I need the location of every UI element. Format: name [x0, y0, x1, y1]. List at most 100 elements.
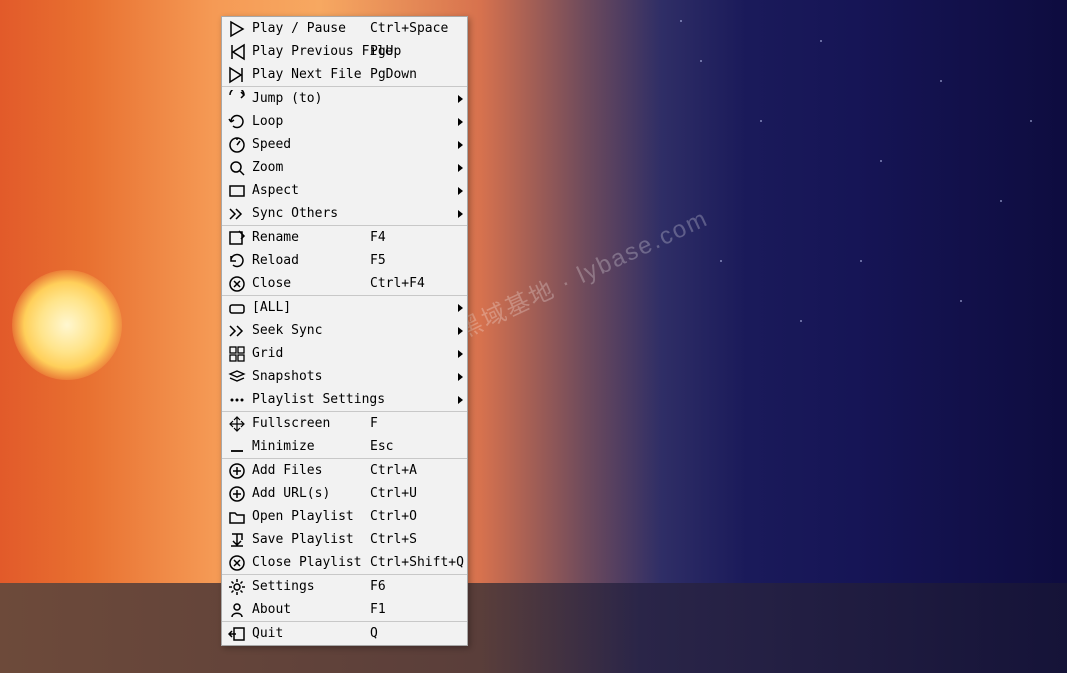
quit-icon — [226, 623, 248, 645]
menu-item-minimize[interactable]: MinimizeEsc — [222, 435, 467, 458]
menu-item-shortcut: PgUp — [370, 44, 461, 59]
play-icon — [226, 18, 248, 40]
grid-icon — [226, 343, 248, 365]
menu-item-shortcut: Ctrl+U — [370, 486, 461, 501]
menu-item-label: Sync Others — [248, 206, 370, 221]
menu-item-label: Seek Sync — [248, 323, 370, 338]
menu-item-label: Settings — [248, 579, 370, 594]
add-files-icon — [226, 460, 248, 482]
menu-item-zoom[interactable]: Zoom — [222, 156, 467, 179]
menu-item-label: Close Playlist — [248, 555, 370, 570]
menu-item-label: Snapshots — [248, 369, 370, 384]
submenu-arrow-icon — [458, 164, 463, 172]
submenu-arrow-icon — [458, 187, 463, 195]
fullscreen-icon — [226, 413, 248, 435]
menu-item-loop[interactable]: Loop — [222, 110, 467, 133]
menu-item-fullscreen[interactable]: FullscreenF — [222, 412, 467, 435]
submenu-arrow-icon — [458, 304, 463, 312]
seek-sync-icon — [226, 320, 248, 342]
menu-item-play-pause[interactable]: Play / PauseCtrl+Space — [222, 17, 467, 40]
settings-icon — [226, 576, 248, 598]
menu-item-label: Open Playlist — [248, 509, 370, 524]
background-image: 记得收藏: 黑域基地 · lybase.com — [0, 0, 1067, 673]
menu-item-add-files[interactable]: Add FilesCtrl+A — [222, 459, 467, 482]
stars-graphic — [0, 0, 1067, 673]
menu-item-jump-to[interactable]: Jump (to) — [222, 87, 467, 110]
submenu-arrow-icon — [458, 327, 463, 335]
menu-item-close-playlist[interactable]: Close PlaylistCtrl+Shift+Q — [222, 551, 467, 574]
rename-icon — [226, 227, 248, 249]
open-playlist-icon — [226, 506, 248, 528]
menu-item-all[interactable]: [ALL] — [222, 296, 467, 319]
menu-item-shortcut: F1 — [370, 602, 461, 617]
menu-item-shortcut: Ctrl+Space — [370, 21, 461, 36]
submenu-arrow-icon — [458, 95, 463, 103]
menu-item-add-url-s[interactable]: Add URL(s)Ctrl+U — [222, 482, 467, 505]
menu-item-playlist-settings[interactable]: Playlist Settings — [222, 388, 467, 411]
menu-item-shortcut: Ctrl+Shift+Q — [370, 555, 464, 570]
menu-item-label: Playlist Settings — [248, 392, 370, 407]
menu-item-aspect[interactable]: Aspect — [222, 179, 467, 202]
menu-item-label: Loop — [248, 114, 370, 129]
menu-item-shortcut: Ctrl+A — [370, 463, 461, 478]
menu-item-label: Rename — [248, 230, 370, 245]
menu-item-label: Play Previous File — [248, 44, 370, 59]
menu-item-rename[interactable]: RenameF4 — [222, 226, 467, 249]
submenu-arrow-icon — [458, 141, 463, 149]
reload-icon — [226, 250, 248, 272]
menu-item-label: Zoom — [248, 160, 370, 175]
menu-item-label: Minimize — [248, 439, 370, 454]
menu-item-settings[interactable]: SettingsF6 — [222, 575, 467, 598]
menu-item-label: Grid — [248, 346, 370, 361]
menu-item-grid[interactable]: Grid — [222, 342, 467, 365]
menu-item-label: Aspect — [248, 183, 370, 198]
menu-item-speed[interactable]: Speed — [222, 133, 467, 156]
submenu-arrow-icon — [458, 210, 463, 218]
menu-item-shortcut: PgDown — [370, 67, 461, 82]
menu-item-label: Save Playlist — [248, 532, 370, 547]
submenu-arrow-icon — [458, 396, 463, 404]
menu-item-label: Add URL(s) — [248, 486, 370, 501]
submenu-arrow-icon — [458, 373, 463, 381]
menu-item-play-next-file[interactable]: Play Next FilePgDown — [222, 63, 467, 86]
speed-icon — [226, 134, 248, 156]
all-icon — [226, 297, 248, 319]
aspect-icon — [226, 180, 248, 202]
menu-item-shortcut: F5 — [370, 253, 461, 268]
context-menu[interactable]: Play / PauseCtrl+SpacePlay Previous File… — [221, 16, 468, 646]
menu-item-label: Play Next File — [248, 67, 370, 82]
save-playlist-icon — [226, 529, 248, 551]
menu-item-seek-sync[interactable]: Seek Sync — [222, 319, 467, 342]
add-url-icon — [226, 483, 248, 505]
menu-item-label: Add Files — [248, 463, 370, 478]
jump-icon — [226, 88, 248, 110]
submenu-arrow-icon — [458, 350, 463, 358]
menu-item-shortcut: Ctrl+O — [370, 509, 461, 524]
menu-item-reload[interactable]: ReloadF5 — [222, 249, 467, 272]
loop-icon — [226, 111, 248, 133]
menu-item-label: Jump (to) — [248, 91, 370, 106]
sync-icon — [226, 203, 248, 225]
menu-item-shortcut: Esc — [370, 439, 461, 454]
submenu-arrow-icon — [458, 118, 463, 126]
menu-item-close[interactable]: CloseCtrl+F4 — [222, 272, 467, 295]
menu-item-play-previous-file[interactable]: Play Previous FilePgUp — [222, 40, 467, 63]
menu-item-about[interactable]: AboutF1 — [222, 598, 467, 621]
menu-item-save-playlist[interactable]: Save PlaylistCtrl+S — [222, 528, 467, 551]
menu-item-sync-others[interactable]: Sync Others — [222, 202, 467, 225]
menu-item-shortcut: Ctrl+S — [370, 532, 461, 547]
close-circle-icon — [226, 273, 248, 295]
zoom-icon — [226, 157, 248, 179]
menu-item-shortcut: Ctrl+F4 — [370, 276, 461, 291]
menu-item-snapshots[interactable]: Snapshots — [222, 365, 467, 388]
menu-item-label: Quit — [248, 626, 370, 641]
menu-item-quit[interactable]: QuitQ — [222, 622, 467, 645]
menu-item-label: [ALL] — [248, 300, 370, 315]
about-icon — [226, 599, 248, 621]
playlist-settings-icon — [226, 389, 248, 411]
menu-item-label: Speed — [248, 137, 370, 152]
menu-item-label: Reload — [248, 253, 370, 268]
menu-item-shortcut: F — [370, 416, 461, 431]
menu-item-shortcut: Q — [370, 626, 461, 641]
menu-item-open-playlist[interactable]: Open PlaylistCtrl+O — [222, 505, 467, 528]
